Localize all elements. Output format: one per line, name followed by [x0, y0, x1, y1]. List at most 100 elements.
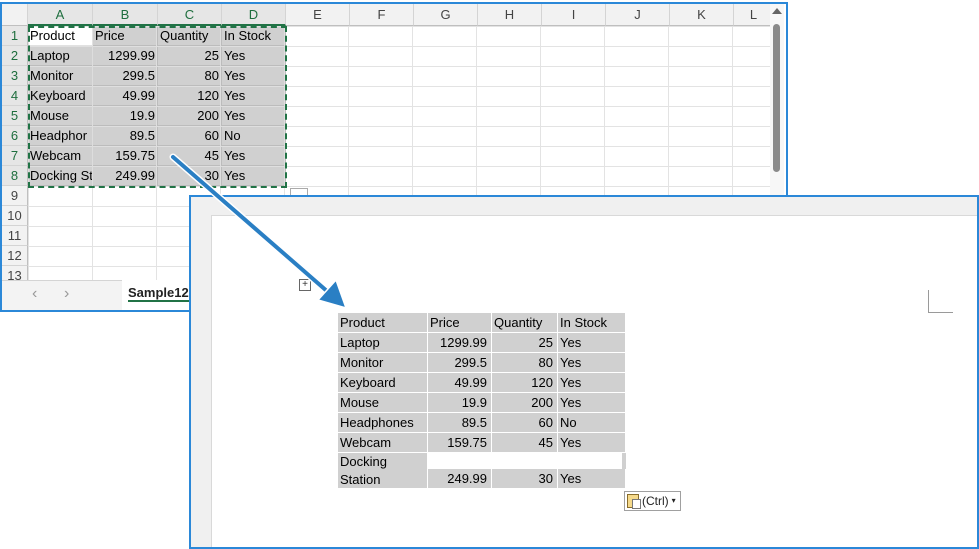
cell-b1[interactable]: Price [93, 26, 158, 46]
sheet-prev-icon[interactable]: ‹ [32, 285, 37, 303]
cell-d5[interactable]: Yes [222, 106, 286, 126]
table-cell[interactable]: 25 [492, 333, 558, 353]
cell-a1[interactable]: Product [28, 26, 93, 46]
cell-b4[interactable]: 49.99 [93, 86, 158, 106]
cell-a4[interactable]: Keyboard [28, 86, 93, 106]
cell-b2[interactable]: 1299.99 [93, 46, 158, 66]
cell-c1[interactable]: Quantity [158, 26, 222, 46]
table-cell[interactable]: 120 [492, 373, 558, 393]
cell-a6[interactable]: Headphor [28, 126, 93, 146]
table-cell[interactable]: Mouse [338, 393, 428, 413]
table-cell[interactable]: 49.99 [428, 373, 492, 393]
table-cell[interactable]: Yes [558, 353, 626, 373]
column-header-d[interactable]: D [222, 4, 286, 26]
table-cell[interactable]: 60 [492, 413, 558, 433]
table-cell[interactable]: Yes [558, 433, 626, 453]
cell-c5[interactable]: 200 [158, 106, 222, 126]
row-header-7[interactable]: 7 [2, 146, 28, 166]
cell-a3[interactable]: Monitor [28, 66, 93, 86]
paste-options-button[interactable]: (Ctrl) ▾ [624, 491, 681, 511]
column-header-g[interactable]: G [414, 4, 478, 26]
table-move-handle-icon[interactable]: + [299, 279, 311, 291]
table-cell[interactable]: Keyboard [338, 373, 428, 393]
table-cell[interactable]: 299.5 [428, 353, 492, 373]
column-header-b[interactable]: B [93, 4, 158, 26]
cell-b3[interactable]: 299.5 [93, 66, 158, 86]
cell-d6[interactable]: No [222, 126, 286, 146]
cell-d1[interactable]: In Stock [222, 26, 286, 46]
sheet-next-icon[interactable]: › [64, 285, 69, 303]
table-cell[interactable]: No [558, 413, 626, 433]
cell-d8[interactable]: Yes [222, 166, 286, 186]
cell-a2[interactable]: Laptop [28, 46, 93, 66]
table-header-instock[interactable]: In Stock [558, 313, 626, 333]
table-header-quantity[interactable]: Quantity [492, 313, 558, 333]
row-header-10[interactable]: 10 [2, 206, 28, 226]
row-header-2[interactable]: 2 [2, 46, 28, 66]
cell-a7[interactable]: Webcam [28, 146, 93, 166]
row-header-1[interactable]: 1 [2, 26, 28, 46]
column-header-e[interactable]: E [286, 4, 350, 26]
cell-b8[interactable]: 249.99 [93, 166, 158, 186]
row-header-9[interactable]: 9 [2, 186, 28, 206]
table-header-product[interactable]: Product [338, 313, 428, 333]
table-cell[interactable]: Laptop [338, 333, 428, 353]
table-cell[interactable]: Docking Station [338, 453, 428, 489]
column-header-l[interactable]: L [734, 4, 774, 26]
scroll-up-icon[interactable] [772, 8, 782, 14]
cell-c3[interactable]: 80 [158, 66, 222, 86]
cell-d2[interactable]: Yes [222, 46, 286, 66]
cell-a8[interactable]: Docking St [28, 166, 93, 186]
row-header-12[interactable]: 12 [2, 246, 28, 266]
row-header-4[interactable]: 4 [2, 86, 28, 106]
table-cell[interactable]: 80 [492, 353, 558, 373]
row-header-11[interactable]: 11 [2, 226, 28, 246]
table-cell[interactable]: Yes [558, 333, 626, 353]
row-header-5[interactable]: 5 [2, 106, 28, 126]
cell-d7[interactable]: Yes [222, 146, 286, 166]
cell-c6[interactable]: 60 [158, 126, 222, 146]
table-cell[interactable]: 89.5 [428, 413, 492, 433]
word-window: + Product Price Quantity In Stock Laptop… [189, 195, 979, 549]
table-cell[interactable]: Headphones [338, 413, 428, 433]
table-cell[interactable]: 200 [492, 393, 558, 413]
cell-b7[interactable]: 159.75 [93, 146, 158, 166]
cell-c4[interactable]: 120 [158, 86, 222, 106]
cell-d4[interactable]: Yes [222, 86, 286, 106]
table-cell[interactable]: Yes [558, 469, 626, 489]
cell-c7[interactable]: 45 [158, 146, 222, 166]
row-header-8[interactable]: 8 [2, 166, 28, 186]
table-cell[interactable]: 249.99 [428, 469, 492, 489]
sheet-tab-sample12[interactable]: Sample12 [122, 280, 195, 310]
table-cell[interactable]: 159.75 [428, 433, 492, 453]
cell-a5[interactable]: Mouse [28, 106, 93, 126]
paste-options-label: (Ctrl) [642, 494, 669, 508]
table-cell[interactable]: 45 [492, 433, 558, 453]
column-header-h[interactable]: H [478, 4, 542, 26]
cell-d3[interactable]: Yes [222, 66, 286, 86]
select-all-corner[interactable] [2, 4, 28, 26]
row-header-6[interactable]: 6 [2, 126, 28, 146]
column-header-k[interactable]: K [670, 4, 734, 26]
table-cell[interactable]: Monitor [338, 353, 428, 373]
column-header-c[interactable]: C [158, 4, 222, 26]
row-header-3[interactable]: 3 [2, 66, 28, 86]
table-row-gap [428, 453, 622, 469]
cell-b6[interactable]: 89.5 [93, 126, 158, 146]
column-header-f[interactable]: F [350, 4, 414, 26]
column-header-j[interactable]: J [606, 4, 670, 26]
scrollbar-thumb[interactable] [773, 24, 780, 172]
table-header-price[interactable]: Price [428, 313, 492, 333]
cell-c2[interactable]: 25 [158, 46, 222, 66]
column-header-a[interactable]: A [28, 4, 93, 26]
column-header-i[interactable]: I [542, 4, 606, 26]
table-cell[interactable]: Webcam [338, 433, 428, 453]
cell-b5[interactable]: 19.9 [93, 106, 158, 126]
table-cell[interactable]: 1299.99 [428, 333, 492, 353]
page-margin-mark [928, 290, 953, 313]
cell-c8[interactable]: 30 [158, 166, 222, 186]
table-cell[interactable]: Yes [558, 393, 626, 413]
table-cell[interactable]: 19.9 [428, 393, 492, 413]
table-cell[interactable]: Yes [558, 373, 626, 393]
table-cell[interactable]: 30 [492, 469, 558, 489]
